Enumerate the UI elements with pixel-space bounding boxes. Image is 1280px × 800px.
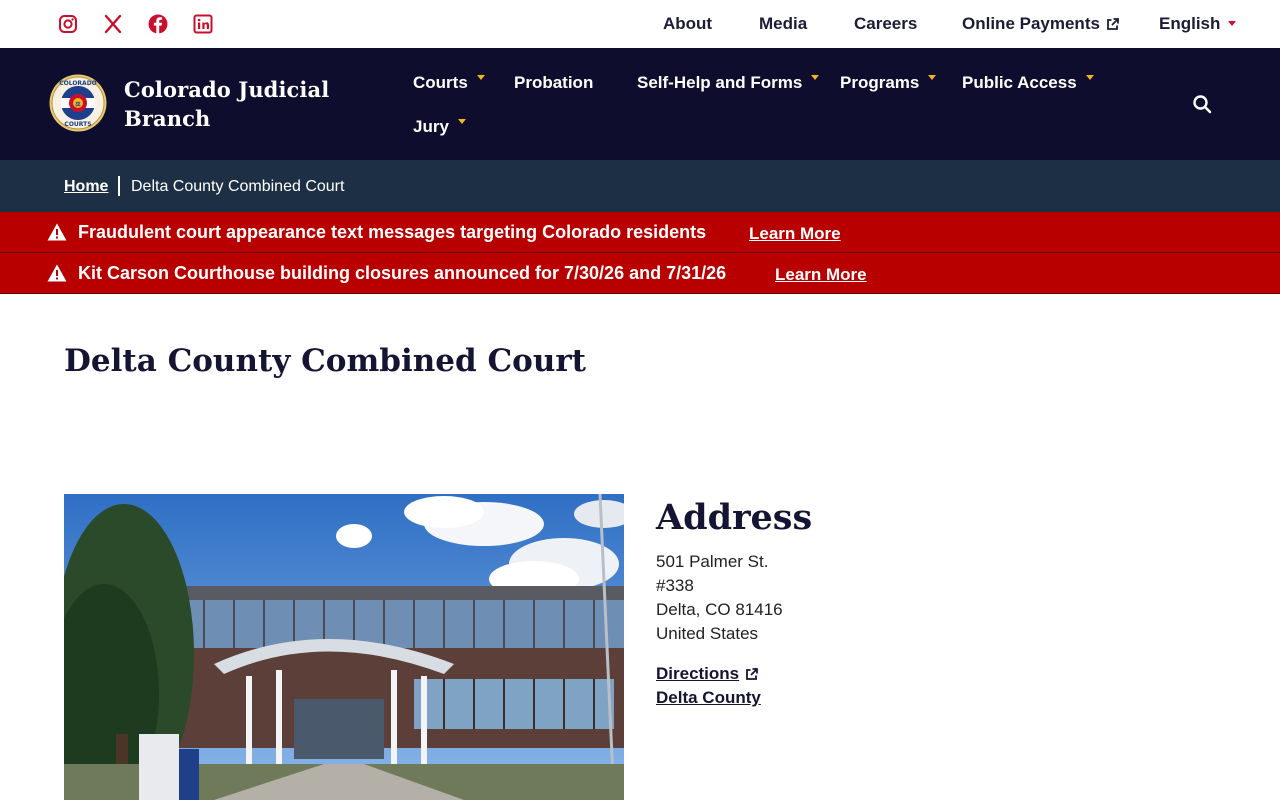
alert-text: Fraudulent court appearance text message… xyxy=(78,222,707,242)
address-heading: Address xyxy=(656,497,813,538)
address-city-state-zip: Delta, CO 81416 xyxy=(656,600,783,619)
address-suite: #338 xyxy=(656,576,694,595)
online-payments-label: Online Payments xyxy=(962,14,1100,33)
directions-label: Directions xyxy=(656,664,740,683)
breadcrumb-current: Delta County Combined Court xyxy=(131,178,345,195)
nav-jury-label: Jury xyxy=(413,117,449,136)
alert-learn-more-link[interactable]: Learn More xyxy=(775,264,867,285)
chevron-down-icon xyxy=(1228,21,1237,26)
county-link[interactable]: Delta County xyxy=(656,686,761,710)
online-payments-link[interactable]: Online Payments xyxy=(962,14,1119,34)
nav-probation-label: Probation xyxy=(514,73,594,92)
search-button[interactable] xyxy=(1190,92,1214,116)
alert-banner: Kit Carson Courthouse building closures … xyxy=(0,253,1280,294)
linkedin-icon[interactable] xyxy=(191,12,215,36)
courthouse-photo xyxy=(64,494,624,800)
external-link-icon xyxy=(1107,18,1119,30)
nav-probation[interactable]: Probation xyxy=(514,73,593,93)
breadcrumb-separator xyxy=(118,176,120,196)
alert-banner: Fraudulent court appearance text message… xyxy=(0,212,1280,253)
directions-link[interactable]: Directions xyxy=(656,662,759,686)
page-title: Delta County Combined Court xyxy=(64,343,587,379)
utility-bar: About Media Careers Online Payments Engl… xyxy=(0,0,1280,48)
nav-jury[interactable]: Jury xyxy=(413,117,466,137)
address-country: United States xyxy=(656,624,759,643)
seal-text-bottom: COURTS xyxy=(64,121,91,128)
nav-public-access[interactable]: Public Access xyxy=(962,73,1094,93)
alert-learn-more-link[interactable]: Learn More xyxy=(749,223,841,244)
facebook-icon[interactable] xyxy=(146,12,170,36)
colorado-courts-seal-logo[interactable]: ⚖ COLORADO COURTS xyxy=(49,74,107,132)
address-street: 501 Palmer St. xyxy=(656,552,769,571)
breadcrumb-home-link[interactable]: Home xyxy=(64,177,108,197)
x-twitter-icon[interactable] xyxy=(101,12,125,36)
language-label: English xyxy=(1159,14,1221,33)
nav-public-access-label: Public Access xyxy=(962,73,1077,92)
breadcrumb: Home Delta County Combined Court xyxy=(0,160,1280,212)
about-link[interactable]: About xyxy=(663,14,712,34)
chevron-down-icon xyxy=(811,75,820,80)
warning-icon xyxy=(47,223,67,241)
nav-self-help[interactable]: Self-Help and Forms xyxy=(637,73,820,93)
main-navigation: ⚖ COLORADO COURTS Colorado Judicial Bran… xyxy=(0,48,1280,160)
language-selector[interactable]: English xyxy=(1159,14,1237,34)
warning-icon xyxy=(47,264,67,282)
chevron-down-icon xyxy=(457,119,466,124)
instagram-icon[interactable] xyxy=(56,12,80,36)
chevron-down-icon xyxy=(928,75,937,80)
careers-link[interactable]: Careers xyxy=(854,14,917,34)
nav-programs-label: Programs xyxy=(840,73,920,92)
search-icon xyxy=(1193,95,1212,114)
svg-text:⚖: ⚖ xyxy=(75,101,81,108)
media-link[interactable]: Media xyxy=(759,14,807,34)
alert-text: Kit Carson Courthouse building closures … xyxy=(78,263,727,283)
chevron-down-icon xyxy=(476,75,485,80)
nav-self-help-label: Self-Help and Forms xyxy=(637,73,803,92)
nav-courts[interactable]: Courts xyxy=(413,73,485,93)
nav-courts-label: Courts xyxy=(413,73,468,92)
external-link-icon xyxy=(746,668,759,680)
site-title[interactable]: Colorado Judicial Branch xyxy=(124,75,354,133)
nav-programs[interactable]: Programs xyxy=(840,73,937,93)
seal-text-top: COLORADO xyxy=(59,80,97,87)
chevron-down-icon xyxy=(1085,75,1094,80)
